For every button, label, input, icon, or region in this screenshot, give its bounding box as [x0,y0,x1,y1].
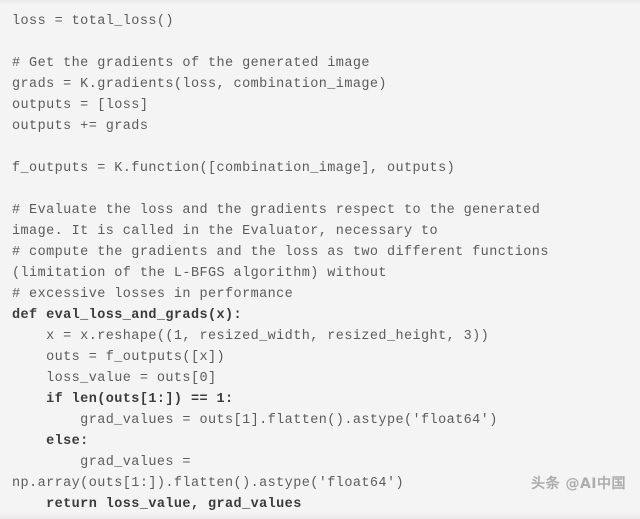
code-line: def eval_loss_and_grads(x): [12,308,243,323]
code-line: loss = total_loss() [12,14,174,29]
code-line: # excessive losses in performance [12,287,294,302]
code-line: outputs += grads [12,119,149,134]
code-line: loss_value = outs[0] [12,371,217,386]
code-line: return loss_value, grad_values [12,497,302,512]
code-snippet-block: loss = total_loss() # Get the gradients o… [0,0,640,519]
code-line: x = x.reshape((1, resized_width, resized… [12,329,490,344]
code-line: # Evaluate the loss and the gradients re… [12,203,541,218]
code-line: grad_values = [12,455,191,470]
code-line: outs = f_outputs([x]) [12,350,226,365]
code-line: if len(outs[1:]) == 1: [12,392,234,407]
code-line: grads = K.gradients(loss, combination_im… [12,77,387,92]
code-line: outputs = [loss] [12,98,149,113]
code-line: # Get the gradients of the generated ima… [12,56,370,71]
code-line: (limitation of the L-BFGS algorithm) wit… [12,266,387,281]
code-line: grad_values = outs[1].flatten().astype('… [12,413,498,428]
code-lines-container: loss = total_loss() # Get the gradients o… [0,11,640,515]
code-line: # compute the gradients and the loss as … [12,245,549,260]
code-line: else: [12,434,89,449]
code-line: f_outputs = K.function([combination_imag… [12,161,456,176]
code-line: np.array(outs[1:]).flatten().astype('flo… [12,476,404,491]
code-line: image. It is called in the Evaluator, ne… [12,224,439,239]
